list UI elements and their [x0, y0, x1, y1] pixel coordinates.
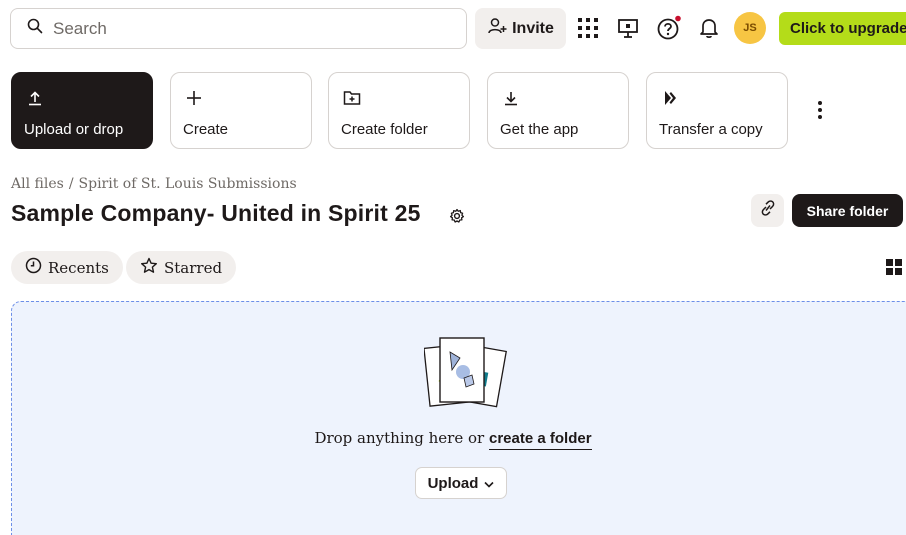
- breadcrumb: All files / Spirit of St. Louis Submission…: [11, 176, 297, 192]
- documents-illustration-icon: [423, 336, 514, 411]
- search-icon: [27, 18, 43, 39]
- create-tile[interactable]: Create: [170, 72, 312, 149]
- get-the-app-tile[interactable]: Get the app: [487, 72, 629, 149]
- invite-label: Invite: [512, 19, 554, 37]
- share-folder-button[interactable]: Share folder: [792, 194, 903, 227]
- transfer-a-copy-tile[interactable]: Transfer a copy: [646, 72, 788, 149]
- tile-label: Get the app: [500, 121, 579, 138]
- folder-plus-icon: [341, 87, 363, 109]
- chevron-down-icon: [484, 475, 494, 492]
- drop-text: Drop anything here or: [314, 429, 485, 447]
- tile-label: Upload or drop: [24, 121, 124, 138]
- help-icon[interactable]: [655, 14, 683, 42]
- breadcrumb-root[interactable]: All files: [11, 176, 64, 192]
- grid-view-icon[interactable]: [886, 259, 902, 275]
- monitor-icon[interactable]: [614, 14, 642, 42]
- upload-label: Upload: [427, 474, 479, 492]
- more-actions-icon[interactable]: [808, 96, 832, 124]
- tile-label: Create folder: [341, 121, 428, 138]
- tile-label: Transfer a copy: [659, 121, 763, 138]
- tile-label: Create: [183, 121, 229, 138]
- transfer-icon: [659, 87, 681, 109]
- bell-icon[interactable]: [695, 14, 723, 42]
- create-folder-tile[interactable]: Create folder: [328, 72, 470, 149]
- upload-or-drop-tile[interactable]: Upload or drop: [11, 72, 153, 149]
- upgrade-button[interactable]: Click to upgrade: [779, 12, 906, 45]
- search-placeholder: Search: [53, 18, 107, 38]
- breadcrumb-parent[interactable]: Spirit of St. Louis Submissions: [79, 176, 297, 192]
- search-input[interactable]: Search: [10, 8, 467, 49]
- download-icon: [500, 87, 522, 109]
- upload-icon: [24, 87, 46, 109]
- create-folder-link[interactable]: create a folder: [488, 430, 592, 450]
- upload-dropdown-button[interactable]: Upload: [415, 467, 507, 499]
- apps-grid-icon[interactable]: [574, 14, 602, 42]
- gear-icon[interactable]: [447, 206, 467, 226]
- recents-filter[interactable]: Recents: [11, 251, 123, 284]
- plus-icon: [183, 87, 205, 109]
- add-user-icon: [487, 17, 507, 40]
- copy-link-button[interactable]: [751, 194, 784, 227]
- star-icon: [140, 257, 158, 278]
- starred-label: Starred: [164, 258, 223, 277]
- avatar[interactable]: JS: [734, 12, 766, 44]
- starred-filter[interactable]: Starred: [126, 251, 237, 284]
- page-title: Sample Company- United in Spirit 25: [11, 200, 421, 226]
- clock-icon: [25, 257, 42, 278]
- breadcrumb-separator: /: [68, 176, 74, 192]
- invite-button[interactable]: Invite: [475, 8, 566, 49]
- drop-instructions: Drop anything here or create a folder: [0, 429, 906, 450]
- link-icon: [760, 199, 776, 222]
- recents-label: Recents: [48, 258, 109, 277]
